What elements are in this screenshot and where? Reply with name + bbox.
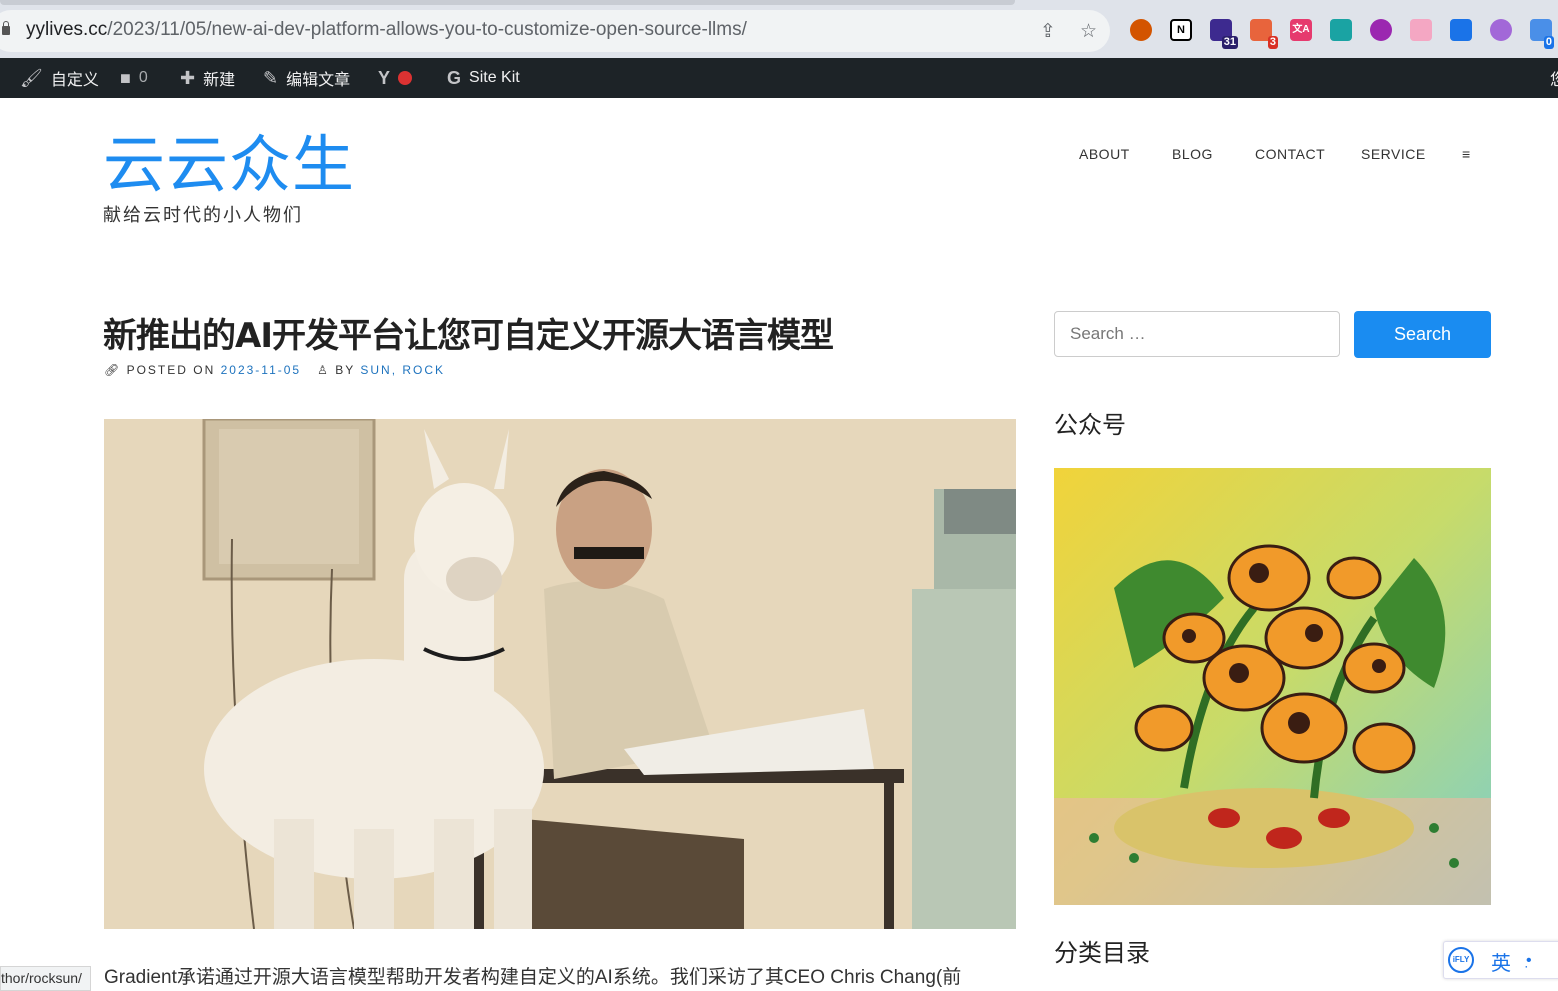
active-tab-edge <box>0 0 1015 5</box>
search-input[interactable] <box>1054 311 1340 357</box>
url-path: /2023/11/05/new-ai-dev-platform-allows-y… <box>107 19 747 40</box>
categories-widget-title: 分类目录 <box>1054 939 1150 967</box>
plus-icon: ✚ <box>180 67 196 88</box>
menu-hamburger-icon[interactable]: ≡ <box>1462 146 1471 162</box>
comments-count: 0 <box>138 69 148 86</box>
ext-purple-icon[interactable] <box>1370 19 1392 41</box>
post-excerpt: Gradient承诺通过开源大语言模型帮助开发者构建自定义的AI系统。我们采访了… <box>104 967 962 988</box>
ext-blue-icon[interactable] <box>1450 19 1472 41</box>
llama-office-illustration <box>104 419 1016 929</box>
site-tagline: 献给云时代的小人物们 <box>103 205 303 225</box>
yoast-status-dot <box>398 71 413 85</box>
customize-label: 自定义 <box>50 72 99 89</box>
post-meta: 🔗︎ POSTED ON 2023-11-05 ♙ BY SUN, ROCK <box>104 363 445 377</box>
ext-sync-icon[interactable]: 0 <box>1530 19 1554 49</box>
site-kit-label: Site Kit <box>469 69 520 86</box>
browser-toolbar: yylives.cc/2023/11/05/new-ai-dev-platfor… <box>0 0 1558 58</box>
new-label: 新建 <box>203 72 236 89</box>
nav-service[interactable]: SERVICE <box>1361 146 1426 162</box>
pencil-icon: ✎ <box>263 67 279 88</box>
grad-cap-icon[interactable]: 31 <box>1210 19 1238 49</box>
posted-on-label: POSTED ON <box>126 363 216 377</box>
status-bar-url: thor/rocksun/ <box>0 966 91 991</box>
new-item[interactable]: ✚ 新建 <box>180 58 235 98</box>
by-label: BY <box>335 363 356 377</box>
post-date-link[interactable]: 2023-11-05 <box>221 363 302 377</box>
ext-sync-badge: 0 <box>1543 36 1554 49</box>
ext-red-icon[interactable]: 3 <box>1250 19 1278 49</box>
wechat-widget-title: 公众号 <box>1054 411 1126 439</box>
author-link[interactable]: SUN, ROCK <box>360 363 445 377</box>
bookmark-star-icon[interactable]: ☆ <box>1080 20 1097 43</box>
ant-illustration <box>1054 468 1491 905</box>
ime-lang-toggle[interactable]: 英 <box>1491 947 1511 976</box>
site-kit-item[interactable]: G Site Kit <box>447 58 520 98</box>
nav-blog[interactable]: BLOG <box>1172 146 1213 162</box>
url-host: yylives.cc <box>26 19 108 40</box>
nav-about[interactable]: ABOUT <box>1079 146 1130 162</box>
url-text[interactable]: yylives.cc/2023/11/05/new-ai-dev-platfor… <box>26 19 747 41</box>
wp-admin-bar: 🖌自定义 ■0 ✚新建 ✎编辑文章 Y GSite Kit 您 <box>0 58 1558 98</box>
google-g-icon: G <box>447 67 462 88</box>
chrome-ext-1-icon[interactable] <box>1130 19 1152 41</box>
comments-item[interactable]: ■ 0 <box>120 58 148 98</box>
post-title: 新推出的AI开发平台让您可自定义开源大语言模型 <box>103 316 834 356</box>
ime-toolbar[interactable]: iFLY 英 •̣ <box>1443 941 1558 979</box>
nav-contact[interactable]: CONTACT <box>1255 146 1325 162</box>
translate-icon[interactable]: 文A <box>1290 19 1312 41</box>
notion-icon[interactable]: N <box>1170 19 1192 41</box>
grad-cap-badge: 31 <box>1221 36 1238 49</box>
comment-icon: ■ <box>120 67 131 88</box>
openai-icon[interactable] <box>1490 19 1512 41</box>
site-title[interactable]: 云云众生 <box>103 130 355 200</box>
account-label: 您 <box>1550 66 1558 90</box>
wechat-qr-image <box>1054 468 1491 905</box>
ifly-logo-icon[interactable]: iFLY <box>1448 947 1474 973</box>
ext-basket-icon[interactable] <box>1410 19 1432 41</box>
account-item[interactable]: 您 <box>1550 58 1558 98</box>
author-icon: ♙ <box>317 363 330 377</box>
ext-network-icon[interactable] <box>1330 19 1352 41</box>
customize-item[interactable]: 🖌 自定义 <box>20 58 99 98</box>
edit-post-item[interactable]: ✎ 编辑文章 <box>263 58 350 98</box>
edit-post-label: 编辑文章 <box>286 72 351 89</box>
featured-image <box>104 419 1016 929</box>
ime-dots-icon[interactable]: •̣ <box>1526 952 1532 970</box>
link-icon: 🔗︎ <box>104 363 122 377</box>
ext-red-badge: 3 <box>1267 36 1278 49</box>
yoast-item[interactable]: Y <box>378 58 413 98</box>
lock-icon[interactable] <box>2 21 10 35</box>
share-icon[interactable]: ⇪ <box>1040 20 1056 43</box>
search-button[interactable]: Search <box>1354 311 1491 358</box>
brush-icon: 🖌 <box>20 67 43 88</box>
yoast-icon: Y <box>378 67 391 88</box>
